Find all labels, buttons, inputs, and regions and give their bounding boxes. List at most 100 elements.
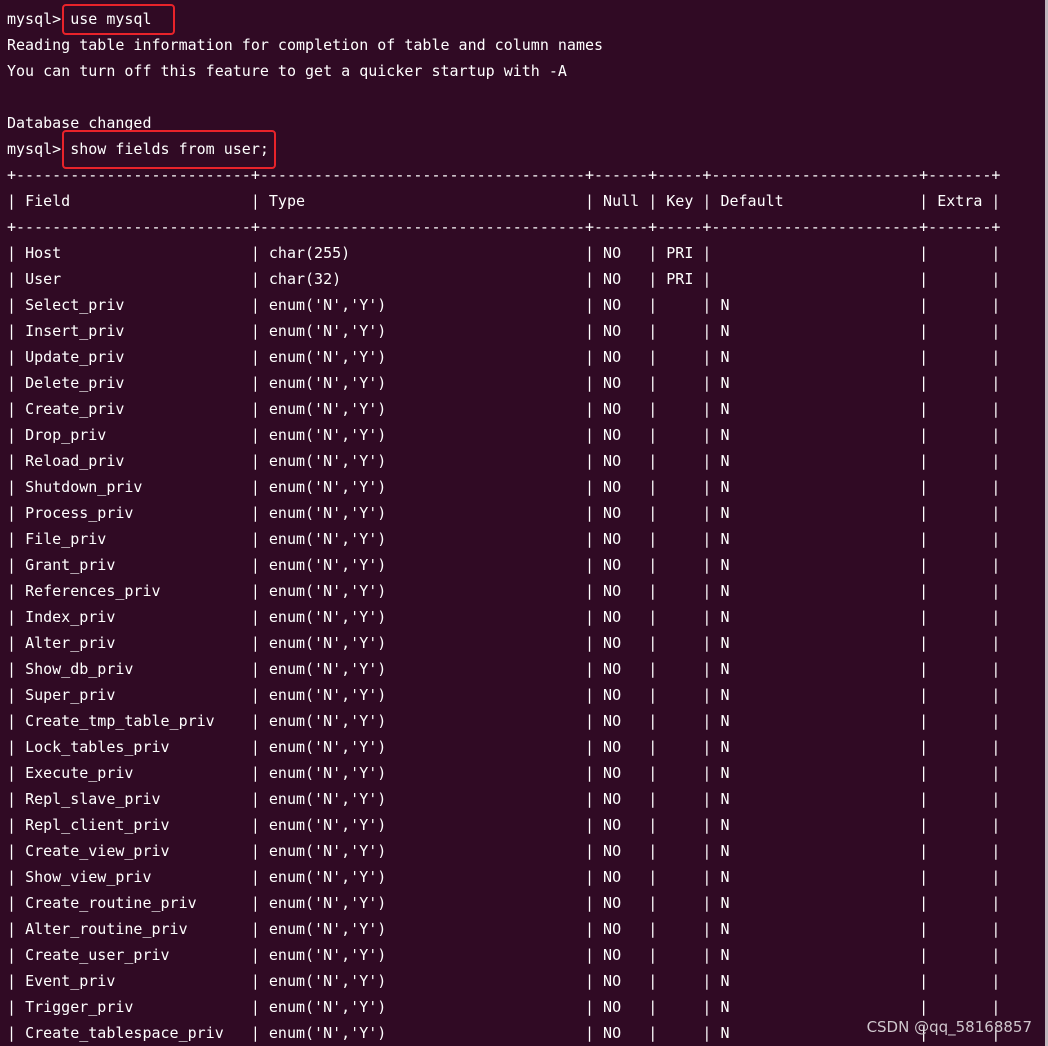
cell-key <box>666 608 693 626</box>
table-row: | Show_view_priv | enum('N','Y') | NO | … <box>7 868 1001 886</box>
cell-extra <box>937 946 982 964</box>
cell-extra <box>937 894 982 912</box>
table-row: | Alter_routine_priv | enum('N','Y') | N… <box>7 920 1001 938</box>
cell-extra <box>937 244 982 262</box>
table-row: | Insert_priv | enum('N','Y') | NO | | N… <box>7 322 1001 340</box>
header-extra: Extra <box>937 192 983 210</box>
cell-type: enum('N','Y') <box>268 504 576 522</box>
cell-default: N <box>720 556 911 574</box>
cell-key <box>666 426 693 444</box>
cell-null: NO <box>603 946 640 964</box>
cell-key <box>666 400 693 418</box>
cell-field: Create_tablespace_priv <box>25 1024 242 1042</box>
cell-key <box>666 842 693 860</box>
cell-field: Repl_client_priv <box>25 816 242 834</box>
cell-type: char(255) <box>268 244 576 262</box>
cell-extra <box>937 764 982 782</box>
output-text: Database changed <box>7 114 152 132</box>
cell-null: NO <box>603 634 640 652</box>
cell-type: enum('N','Y') <box>268 400 576 418</box>
cell-type: enum('N','Y') <box>268 998 576 1016</box>
cell-field: Drop_priv <box>25 426 242 444</box>
cell-default: N <box>720 894 911 912</box>
table-row: | Update_priv | enum('N','Y') | NO | | N… <box>7 348 1001 366</box>
cell-type: enum('N','Y') <box>268 374 576 392</box>
cell-key <box>666 322 693 340</box>
header-null: Null <box>603 192 640 210</box>
cell-null: NO <box>603 478 640 496</box>
cell-null: NO <box>603 712 640 730</box>
table-row: | References_priv | enum('N','Y') | NO |… <box>7 582 1001 600</box>
cell-type: enum('N','Y') <box>268 530 576 548</box>
cell-type: enum('N','Y') <box>268 920 576 938</box>
cell-null: NO <box>603 816 640 834</box>
cell-default: N <box>720 686 911 704</box>
table-row: | Create_user_priv | enum('N','Y') | NO … <box>7 946 1001 964</box>
cell-null: NO <box>603 556 640 574</box>
cell-key <box>666 764 693 782</box>
cell-type: enum('N','Y') <box>268 426 576 444</box>
cell-default: N <box>720 920 911 938</box>
cell-type: enum('N','Y') <box>268 556 576 574</box>
cell-field: Shutdown_priv <box>25 478 242 496</box>
cell-null: NO <box>603 660 640 678</box>
cell-type: enum('N','Y') <box>268 816 576 834</box>
cell-type: enum('N','Y') <box>268 1024 576 1042</box>
cell-extra <box>937 634 982 652</box>
cell-extra <box>937 868 982 886</box>
cell-null: NO <box>603 998 640 1016</box>
cell-field: Process_priv <box>25 504 242 522</box>
cell-key <box>666 790 693 808</box>
cell-field: Show_view_priv <box>25 868 242 886</box>
cell-type: enum('N','Y') <box>268 608 576 626</box>
cell-default: N <box>720 738 911 756</box>
cell-type: enum('N','Y') <box>268 686 576 704</box>
cell-null: NO <box>603 400 640 418</box>
cell-null: NO <box>603 842 640 860</box>
cell-field: Execute_priv <box>25 764 242 782</box>
cell-field: Update_priv <box>25 348 242 366</box>
cell-key: PRI <box>666 244 694 262</box>
cell-type: enum('N','Y') <box>268 790 576 808</box>
cell-field: Create_routine_priv <box>25 894 242 912</box>
cell-key <box>666 556 693 574</box>
cell-key <box>666 738 693 756</box>
terminal-window[interactable]: mysql> use mysql Reading table informatio… <box>0 0 1048 1046</box>
cell-key <box>666 868 693 886</box>
cell-field: Index_priv <box>25 608 242 626</box>
cell-key <box>666 972 693 990</box>
output-line: Database changed <box>7 110 152 136</box>
cell-key <box>666 374 693 392</box>
cell-key <box>666 296 693 314</box>
cell-type: enum('N','Y') <box>268 842 576 860</box>
cell-default: N <box>720 712 911 730</box>
table-border-text: +--------------------------+------------… <box>7 218 1001 236</box>
cell-field: References_priv <box>25 582 242 600</box>
cell-type: enum('N','Y') <box>268 946 576 964</box>
cell-default: N <box>720 322 911 340</box>
cell-type: char(32) <box>268 270 576 288</box>
cell-field: Create_view_priv <box>25 842 242 860</box>
header-key: Key <box>666 192 694 210</box>
table-row: | Create_view_priv | enum('N','Y') | NO … <box>7 842 1001 860</box>
cell-key <box>666 452 693 470</box>
table-border-text: +--------------------------+------------… <box>7 166 1001 184</box>
cell-field: Create_user_priv <box>25 946 242 964</box>
cell-type: enum('N','Y') <box>268 452 576 470</box>
cell-default: N <box>720 660 911 678</box>
cell-field: Insert_priv <box>25 322 242 340</box>
cell-default: N <box>720 790 911 808</box>
cell-default: N <box>720 296 911 314</box>
cell-extra <box>937 686 982 704</box>
cell-extra <box>937 270 982 288</box>
cell-null: NO <box>603 1024 640 1042</box>
table-header-row: | Field | Type | Null | Key | Default | … <box>7 192 1001 210</box>
header-field: Field <box>25 192 242 210</box>
table-row: | Repl_slave_priv | enum('N','Y') | NO |… <box>7 790 1001 808</box>
watermark: CSDN @qq_58168857 <box>866 1018 1032 1036</box>
cell-type: enum('N','Y') <box>268 764 576 782</box>
cell-extra <box>937 972 982 990</box>
cell-type: enum('N','Y') <box>268 478 576 496</box>
cell-key <box>666 686 693 704</box>
cell-extra <box>937 790 982 808</box>
